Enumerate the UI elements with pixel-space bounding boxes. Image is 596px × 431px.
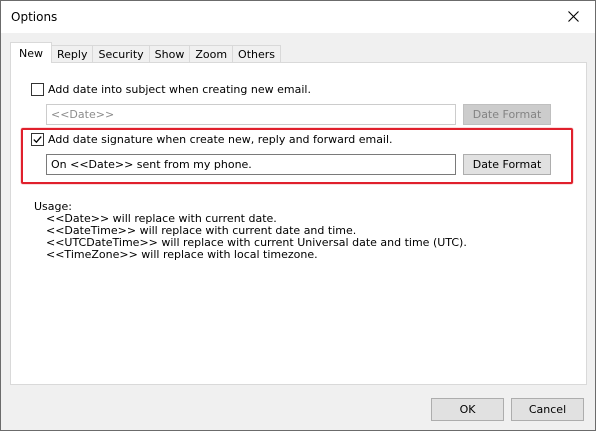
usage-help: Usage: <<Date>> will replace with curren… bbox=[34, 201, 467, 261]
tab-strip: New Reply Security Show Zoom Others bbox=[10, 42, 282, 63]
tab-show[interactable]: Show bbox=[148, 45, 191, 63]
ok-button[interactable]: OK bbox=[431, 398, 504, 421]
subject-date-option[interactable]: Add date into subject when creating new … bbox=[31, 83, 311, 96]
signature-date-format-button[interactable]: Date Format bbox=[463, 154, 551, 175]
signature-date-label: Add date signature when create new, repl… bbox=[48, 133, 393, 146]
cancel-button[interactable]: Cancel bbox=[511, 398, 584, 421]
title-bar: Options bbox=[1, 1, 595, 33]
subject-date-format-button[interactable]: Date Format bbox=[463, 104, 551, 125]
tab-reply[interactable]: Reply bbox=[51, 45, 94, 63]
subject-date-checkbox[interactable] bbox=[31, 83, 44, 96]
checkmark-icon bbox=[33, 136, 42, 144]
window-title: Options bbox=[11, 10, 58, 24]
usage-line-timezone: <<TimeZone>> will replace with local tim… bbox=[46, 248, 318, 261]
subject-date-label: Add date into subject when creating new … bbox=[48, 83, 311, 96]
signature-date-checkbox[interactable] bbox=[31, 133, 44, 146]
tab-zoom[interactable]: Zoom bbox=[189, 45, 234, 63]
close-button[interactable] bbox=[551, 1, 595, 31]
tab-panel-new: Add date into subject when creating new … bbox=[10, 62, 587, 385]
subject-date-field[interactable]: <<Date>> bbox=[46, 104, 456, 125]
signature-date-option[interactable]: Add date signature when create new, repl… bbox=[31, 133, 393, 146]
tab-others[interactable]: Others bbox=[232, 45, 282, 63]
tab-new[interactable]: New bbox=[10, 42, 52, 63]
tab-security[interactable]: Security bbox=[92, 45, 150, 63]
signature-text-field[interactable]: On <<Date>> sent from my phone. bbox=[46, 154, 456, 175]
close-icon bbox=[567, 10, 579, 22]
options-dialog: Options New Reply Security Show Zoom Oth… bbox=[0, 0, 596, 431]
